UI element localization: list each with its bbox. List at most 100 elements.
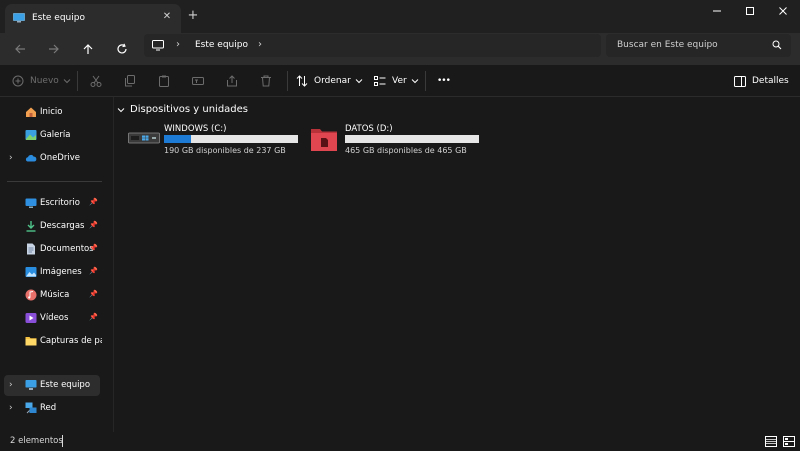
computer-icon xyxy=(25,380,37,390)
minimize-button[interactable] xyxy=(700,0,734,22)
sidebar-item-descargas[interactable]: Descargas 📌 xyxy=(4,216,100,237)
search-input[interactable]: Buscar en Este equipo xyxy=(617,40,718,50)
sidebar-item-label: Capturas de pantalla xyxy=(40,336,102,346)
new-tab-button[interactable]: + xyxy=(186,9,200,23)
sidebar-item-documentos[interactable]: Documentos 📌 xyxy=(4,239,100,260)
status-separator xyxy=(62,435,63,447)
pin-icon[interactable]: 📌 xyxy=(89,244,98,252)
pin-icon[interactable]: 📌 xyxy=(89,313,98,321)
pin-icon[interactable]: 📌 xyxy=(89,221,98,229)
hard-drive-icon xyxy=(128,132,160,144)
videos-icon xyxy=(25,313,37,323)
rename-button[interactable] xyxy=(192,73,204,89)
rename-icon xyxy=(192,77,204,85)
folder-icon xyxy=(25,337,37,346)
pin-icon[interactable]: 📌 xyxy=(89,267,98,275)
share-button[interactable] xyxy=(226,73,238,89)
refresh-button[interactable] xyxy=(112,39,132,59)
sidebar-item-inicio[interactable]: Inicio xyxy=(4,102,100,123)
sidebar-item-label: Escritorio xyxy=(40,198,80,208)
download-icon xyxy=(26,221,36,232)
chevron-down-icon xyxy=(411,79,419,84)
sidebar-item-escritorio[interactable]: Escritorio 📌 xyxy=(4,193,100,214)
sort-button[interactable]: Ordenar xyxy=(296,73,363,89)
tab-este-equipo[interactable]: Este equipo ✕ xyxy=(5,4,181,33)
title-bar: Este equipo ✕ + xyxy=(0,0,800,33)
back-button[interactable] xyxy=(10,39,30,59)
drive-usage-fill xyxy=(164,135,191,143)
drive-usage-bar xyxy=(164,135,298,143)
sidebar-item-label: Galería xyxy=(40,130,71,140)
sidebar-item-onedrive[interactable]: › OneDrive xyxy=(4,148,100,169)
close-window-button[interactable] xyxy=(766,0,800,22)
drive-free-space: 190 GB disponibles de 237 GB xyxy=(164,146,286,155)
sort-icon xyxy=(296,75,308,87)
chevron-right-icon[interactable]: › xyxy=(9,403,13,413)
address-row: › Este equipo › Buscar en Este equipo xyxy=(0,33,800,65)
section-title: Dispositivos y unidades xyxy=(130,104,249,115)
search-icon xyxy=(772,40,782,50)
more-options-button[interactable]: ••• xyxy=(437,73,451,89)
sidebar-item-label: Música xyxy=(40,290,70,300)
sidebar-item-red[interactable]: › Red xyxy=(4,398,100,419)
sidebar-item-este-equipo[interactable]: › Este equipo xyxy=(4,375,100,396)
cloud-icon xyxy=(25,154,37,162)
chevron-right-icon[interactable]: › xyxy=(9,380,13,390)
gallery-icon xyxy=(25,130,37,140)
breadcrumb-este-equipo[interactable]: Este equipo xyxy=(195,40,248,50)
chevron-down-icon[interactable] xyxy=(117,107,125,113)
forward-button[interactable] xyxy=(44,39,64,59)
sidebar-item-galeria[interactable]: Galería xyxy=(4,125,100,146)
breadcrumb-separator-icon[interactable]: › xyxy=(176,39,180,50)
view-list-icon xyxy=(374,76,386,86)
sidebar-item-imagenes[interactable]: Imágenes 📌 xyxy=(4,262,100,283)
up-button[interactable] xyxy=(78,39,98,59)
sidebar-item-label: Descargas xyxy=(40,221,85,231)
navigation-pane: Inicio Galería › OneDrive Escritorio 📌 D… xyxy=(0,97,113,432)
address-bar[interactable]: › Este equipo › xyxy=(144,34,601,57)
arrow-up-icon xyxy=(83,44,93,54)
tiles-view-icon[interactable] xyxy=(783,436,795,447)
paste-button[interactable] xyxy=(158,73,170,89)
new-button[interactable]: Nuevo xyxy=(12,73,71,89)
sidebar-item-label: OneDrive xyxy=(40,153,80,163)
scissors-icon xyxy=(90,75,102,87)
network-icon xyxy=(25,402,37,414)
breadcrumb-expand-icon[interactable]: › xyxy=(258,39,262,50)
section-header-dispositivos[interactable]: Dispositivos y unidades xyxy=(117,104,248,115)
drive-name: DATOS (D:) xyxy=(345,124,393,134)
maximize-icon xyxy=(746,7,754,15)
pin-icon[interactable]: 📌 xyxy=(89,290,98,298)
details-view-icon[interactable] xyxy=(765,436,777,447)
chevron-down-icon xyxy=(63,79,71,84)
sidebar-item-label: Red xyxy=(40,403,57,413)
sidebar-item-label: Vídeos xyxy=(40,313,69,323)
close-tab-button[interactable]: ✕ xyxy=(160,10,174,24)
sort-button-label: Ordenar xyxy=(314,76,351,86)
details-button[interactable]: Detalles xyxy=(734,73,789,89)
sidebar-item-musica[interactable]: Música 📌 xyxy=(4,285,100,306)
monitor-icon xyxy=(152,40,164,51)
computer-icon xyxy=(13,13,25,23)
maximize-button[interactable] xyxy=(733,0,767,22)
view-button[interactable]: Ver xyxy=(374,73,419,89)
copy-button[interactable] xyxy=(124,73,136,89)
drive-d[interactable]: DATOS (D:) 465 GB disponibles de 465 GB xyxy=(309,124,489,158)
plus-circle-icon xyxy=(12,75,24,87)
sidebar-item-videos[interactable]: Vídeos 📌 xyxy=(4,308,100,329)
sidebar-item-label: Imágenes xyxy=(40,267,82,277)
chevron-right-icon[interactable]: › xyxy=(9,153,13,163)
search-box[interactable]: Buscar en Este equipo xyxy=(606,34,791,57)
command-bar: Nuevo Ordenar Ver ••• Detalles xyxy=(0,65,800,97)
delete-button[interactable] xyxy=(260,73,272,89)
share-icon xyxy=(227,75,237,87)
drive-c[interactable]: WINDOWS (C:) 190 GB disponibles de 237 G… xyxy=(128,124,308,158)
copy-icon xyxy=(125,75,135,87)
cut-button[interactable] xyxy=(90,73,102,89)
pane-splitter[interactable] xyxy=(113,97,114,432)
pin-icon[interactable]: 📌 xyxy=(89,198,98,206)
chevron-down-icon xyxy=(355,79,363,84)
sidebar-item-capturas[interactable]: Capturas de pantalla xyxy=(4,331,102,352)
status-bar: 2 elementos xyxy=(0,432,800,451)
sidebar-item-label: Documentos xyxy=(40,244,94,254)
